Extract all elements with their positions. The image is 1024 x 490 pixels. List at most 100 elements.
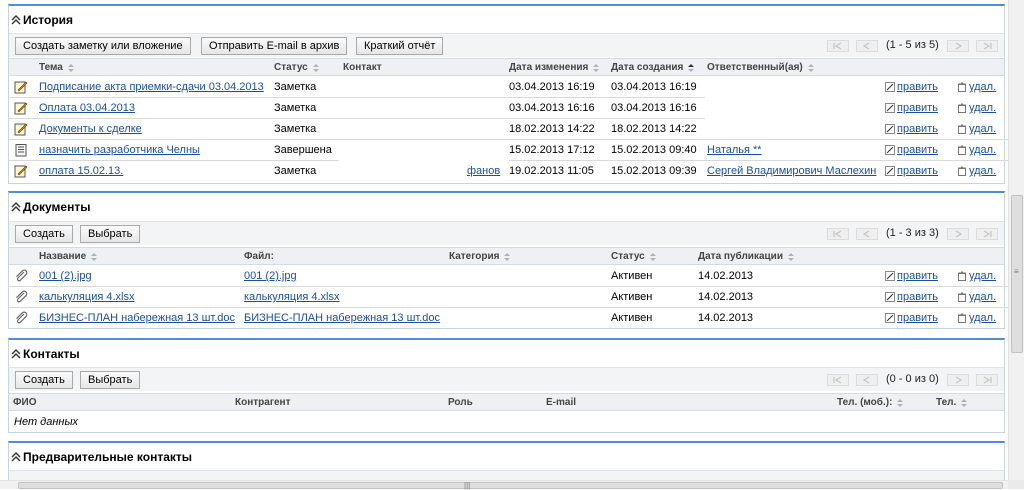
history-subject-link[interactable]: назначить разработчика Челны [39,144,200,156]
grip-icon: ≡ [1014,267,1019,276]
edit-label: править [897,165,938,177]
prev-page-button[interactable] [856,40,878,52]
delete-label: удал. [969,312,997,324]
prev-page-button[interactable] [856,374,878,386]
delete-label: удал. [969,270,997,282]
select-contact-button[interactable]: Выбрать [80,371,141,389]
edit-link[interactable]: править [885,270,938,282]
collapse-icon[interactable] [11,14,21,26]
collapse-icon[interactable] [11,348,21,360]
paperclip-icon [16,290,28,303]
prev-page-icon [862,230,870,238]
delete-link[interactable]: удал. [957,291,996,303]
trash-icon [958,166,966,176]
column-header-subject[interactable]: Тема [39,62,75,73]
history-status: Заметка [274,165,317,177]
note-edit-icon [14,102,28,115]
document-status: Активен [611,291,653,303]
document-name-link[interactable]: 001 (2).jpg [39,270,92,282]
column-header-category[interactable]: Категория [449,251,511,262]
owner-link[interactable]: Наталья ** [707,144,762,156]
delete-link[interactable]: удал. [957,144,996,156]
delete-link[interactable]: удал. [957,165,996,177]
next-page-button[interactable] [947,40,969,52]
edit-link[interactable]: править [885,123,938,135]
owner-link[interactable]: Сергей Владимирович Маслехин [707,165,876,177]
brief-report-button[interactable]: Краткий отчёт [356,37,444,55]
vertical-scroll-thumb[interactable]: ≡ [1011,195,1023,353]
create-note-button[interactable]: Создать заметку или вложение [15,37,191,55]
documents-panel-header[interactable]: Документы [11,199,90,215]
last-page-button[interactable] [976,374,998,386]
prev-page-button[interactable] [856,228,878,240]
delete-link[interactable]: удал. [957,102,996,114]
column-header-status[interactable]: Статус [611,251,657,262]
create-contact-button[interactable]: Создать [15,371,73,389]
document-file-link[interactable]: калькуляция 4.xlsx [244,291,339,303]
history-subject-link[interactable]: Подписание акта приемки-сдачи 03.04.2013 [39,81,264,93]
first-page-button[interactable] [827,40,849,52]
column-header-created[interactable]: Дата создания [611,62,695,73]
column-header-role[interactable]: Роль [448,397,473,408]
create-document-button[interactable]: Создать [15,225,73,243]
edit-link[interactable]: править [885,144,938,156]
column-header-published[interactable]: Дата публикации [698,251,795,262]
column-header-fullname[interactable]: ФИО [13,397,37,408]
column-header-modified[interactable]: Дата изменения [509,62,600,73]
collapse-icon[interactable] [11,451,21,463]
delete-link[interactable]: удал. [957,81,996,93]
next-page-button[interactable] [947,228,969,240]
edit-link[interactable]: править [885,102,938,114]
contact-link[interactable]: фанов [467,165,500,177]
note-edit-icon [14,165,28,178]
delete-link[interactable]: удал. [957,312,996,324]
sort-icon [961,398,968,407]
delete-link[interactable]: удал. [957,270,996,282]
send-email-archive-button[interactable]: Отправить E-mail в архив [201,37,348,55]
collapse-icon[interactable] [11,201,21,213]
document-file-link[interactable]: 001 (2).jpg [244,270,297,282]
edit-link[interactable]: править [885,291,938,303]
history-subject-link[interactable]: Оплата 03.04.2013 [39,102,135,114]
document-file-link[interactable]: БИЗНЕС-ПЛАН набережная 13 шт.doc [244,312,440,324]
column-header-mobile[interactable]: Тел. (моб.): [837,397,904,408]
first-page-button[interactable] [827,374,849,386]
last-page-button[interactable] [976,40,998,52]
column-header-file[interactable]: Файл: [244,251,274,262]
horizontal-scrollbar[interactable]: ||| [0,480,1008,490]
column-header-owner[interactable]: Ответственный(ая) [707,62,815,73]
edit-link[interactable]: править [885,312,938,324]
edit-link[interactable]: править [885,81,938,93]
column-header-contact[interactable]: Контакт [343,62,382,73]
first-page-button[interactable] [827,228,849,240]
table-row: Нет данных [9,412,1004,433]
document-name-link[interactable]: БИЗНЕС-ПЛАН набережная 13 шт.doc [39,312,235,324]
contacts-panel-header[interactable]: Контакты [11,346,80,362]
sort-icon [91,252,98,261]
column-label: Статус [274,62,308,73]
delete-link[interactable]: удал. [957,123,996,135]
column-header-counterparty[interactable]: Контрагент [235,397,290,408]
history-subject-link[interactable]: оплата 15.02.13. [39,165,123,177]
pre-contacts-panel-header[interactable]: Предварительные контакты [11,449,192,465]
history-panel-header[interactable]: История [11,12,73,28]
delete-label: удал. [969,291,997,303]
history-subject-link[interactable]: Документы к сделке [39,123,142,135]
column-header-status[interactable]: Статус [274,62,320,73]
column-header-email[interactable]: E-mail [546,397,576,408]
history-created: 15.02.2013 09:40 [611,144,697,156]
scrollbar-corner [1008,480,1024,489]
history-pager-text: (1 - 5 из 5) [886,39,939,51]
column-header-name[interactable]: Название [39,251,98,262]
edit-link[interactable]: править [885,165,938,177]
select-document-button[interactable]: Выбрать [80,225,141,243]
next-page-button[interactable] [947,374,969,386]
vertical-scrollbar[interactable]: ≡ [1008,0,1024,480]
last-page-button[interactable] [976,228,998,240]
column-label: Роль [448,397,473,408]
document-name-link[interactable]: калькуляция 4.xlsx [39,291,134,303]
column-label: Тел. [936,397,957,408]
table-row: Оплата 03.04.2013 Заметка 03.04.2013 16:… [9,98,1004,119]
horizontal-scroll-thumb[interactable]: ||| [18,482,1003,490]
column-header-phone[interactable]: Тел. [936,397,968,408]
